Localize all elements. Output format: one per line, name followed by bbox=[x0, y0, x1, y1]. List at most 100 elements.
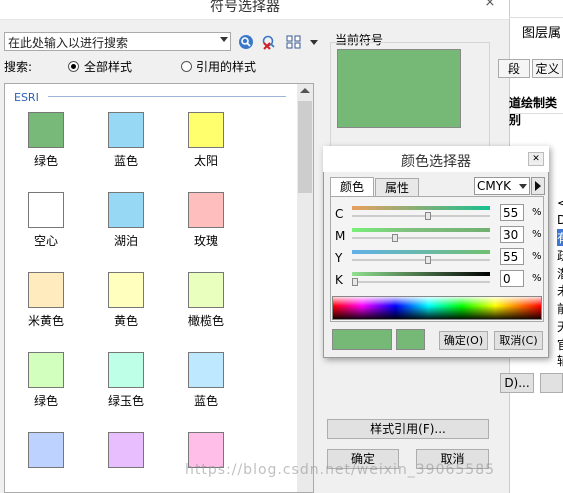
panel-list-item[interactable]: 辅 bbox=[557, 352, 563, 369]
panel-list-item[interactable]: 未 bbox=[557, 282, 563, 299]
channel-gradient-track[interactable] bbox=[352, 272, 490, 276]
channel-value-input[interactable]: 55 bbox=[500, 204, 524, 221]
symbol-swatch[interactable] bbox=[188, 192, 224, 228]
search-scope-label: 搜索: bbox=[4, 60, 33, 74]
channel-label: K bbox=[335, 273, 343, 287]
chevron-down-icon[interactable] bbox=[220, 37, 228, 42]
panel-divider bbox=[509, 17, 563, 18]
group-divider bbox=[48, 96, 286, 97]
radio-referenced-styles[interactable] bbox=[181, 61, 192, 72]
panel-tab-fields[interactable]: 段 bbox=[498, 59, 530, 78]
channel-slider-rail bbox=[352, 281, 490, 283]
channel-slider-rail bbox=[352, 237, 490, 239]
radio-referenced-styles-label: 引用的样式 bbox=[196, 60, 257, 74]
scroll-up-icon[interactable] bbox=[300, 88, 310, 93]
symbol-swatch[interactable] bbox=[28, 192, 64, 228]
channel-gradient-track[interactable] bbox=[352, 206, 490, 210]
panel-list-item[interactable]: < bbox=[557, 196, 563, 210]
search-icon[interactable] bbox=[238, 34, 254, 50]
new-color-swatch bbox=[396, 329, 425, 350]
symbol-swatch-label: 米黄色 bbox=[27, 314, 64, 328]
channel-slider-rail bbox=[352, 215, 490, 217]
color-cancel-button[interactable]: 取消(C) bbox=[494, 331, 543, 350]
symbol-swatch[interactable] bbox=[28, 272, 64, 308]
symbol-swatch[interactable] bbox=[108, 272, 144, 308]
color-ok-button[interactable]: 确定(O) bbox=[439, 331, 488, 350]
color-picker-title: 颜色选择器 bbox=[401, 154, 471, 170]
symbol-swatch[interactable] bbox=[28, 112, 64, 148]
search-input-value: 在此处输入以进行搜索 bbox=[8, 36, 129, 50]
symbol-swatch[interactable] bbox=[108, 352, 144, 388]
symbol-swatch[interactable] bbox=[108, 192, 144, 228]
channel-value-input[interactable]: 0 bbox=[500, 270, 524, 287]
channel-slider-thumb[interactable] bbox=[391, 234, 398, 242]
symbol-swatch-label: 橄榄色 bbox=[187, 314, 224, 328]
panel-list-item[interactable]: 有 bbox=[557, 229, 563, 246]
original-color-swatch bbox=[332, 329, 392, 350]
style-group-label: ESRI bbox=[14, 91, 39, 104]
channel-value-input[interactable]: 55 bbox=[500, 248, 524, 265]
channel-label: Y bbox=[335, 251, 343, 265]
tab-properties[interactable]: 属性 bbox=[375, 178, 419, 197]
panel-list-item[interactable]: 潜 bbox=[557, 265, 563, 282]
close-button[interactable]: × bbox=[479, 0, 501, 10]
channel-gradient-track[interactable] bbox=[352, 228, 490, 232]
symbol-swatch[interactable] bbox=[28, 352, 64, 388]
dialog-title: 符号选择器 bbox=[210, 0, 280, 15]
view-dropdown-icon[interactable] bbox=[310, 40, 318, 45]
percent-sign: % bbox=[532, 273, 542, 284]
channel-label: C bbox=[335, 207, 344, 221]
symbol-swatch-label: 空心 bbox=[33, 234, 58, 248]
panel-list-item[interactable]: 官 bbox=[557, 336, 563, 353]
symbol-swatch-label: 太阳 bbox=[193, 154, 218, 168]
symbol-swatch[interactable] bbox=[188, 272, 224, 308]
symbol-swatch-label: 绿色 bbox=[33, 154, 58, 168]
style-references-button[interactable]: 样式引用(F)... bbox=[327, 419, 489, 439]
percent-sign: % bbox=[532, 207, 542, 218]
panel-divider-2 bbox=[509, 113, 563, 114]
symbol-swatch[interactable] bbox=[188, 352, 224, 388]
percent-sign: % bbox=[532, 251, 542, 262]
panel-list-item[interactable]: 天 bbox=[557, 318, 563, 335]
symbol-swatch-label: 蓝色 bbox=[113, 154, 138, 168]
color-spectrum[interactable] bbox=[332, 296, 542, 320]
panel-title: 图层属 bbox=[522, 26, 562, 41]
clear-search-icon[interactable] bbox=[261, 34, 277, 50]
symbol-swatch-label: 玫瑰 bbox=[193, 234, 218, 248]
panel-list-item[interactable]: D bbox=[557, 213, 563, 227]
watermark: https://blog.csdn.net/weixin_39065585 bbox=[185, 462, 496, 478]
channel-slider-thumb[interactable] bbox=[352, 278, 358, 286]
percent-sign: % bbox=[532, 229, 542, 240]
symbol-swatch-label: 湖泊 bbox=[113, 234, 138, 248]
channel-slider-rail bbox=[352, 259, 490, 261]
symbol-swatch[interactable] bbox=[28, 432, 64, 468]
symbol-swatch-label: 蓝色 bbox=[193, 394, 218, 408]
view-grid-icon[interactable] bbox=[286, 34, 302, 50]
channel-gradient-track[interactable] bbox=[352, 250, 490, 254]
symbol-swatch[interactable] bbox=[188, 112, 224, 148]
channel-slider-thumb[interactable] bbox=[424, 256, 431, 264]
symbol-swatch-label: 绿玉色 bbox=[107, 394, 144, 408]
channel-value-input[interactable]: 30 bbox=[500, 226, 524, 243]
symbol-swatch[interactable] bbox=[108, 112, 144, 148]
tab-color[interactable]: 颜色 bbox=[330, 177, 374, 196]
panel-more-button[interactable]: D)... bbox=[500, 373, 534, 393]
search-input[interactable]: 在此处输入以进行搜索 bbox=[4, 32, 231, 51]
color-picker-close-icon[interactable]: ✕ bbox=[528, 152, 544, 166]
current-symbol-preview bbox=[337, 49, 461, 128]
channel-label: M bbox=[335, 229, 346, 243]
radio-all-styles[interactable] bbox=[68, 61, 79, 72]
chevron-down-icon[interactable] bbox=[519, 184, 527, 189]
radio-all-styles-label: 全部样式 bbox=[84, 60, 133, 74]
play-arrow-icon bbox=[535, 181, 541, 191]
symbol-swatch-label: 绿色 bbox=[33, 394, 58, 408]
panel-heading: 道绘制类别 bbox=[509, 96, 558, 127]
symbol-swatch[interactable] bbox=[108, 432, 144, 468]
panel-tab-definition[interactable]: 定义 bbox=[532, 59, 563, 78]
panel-button-2[interactable] bbox=[540, 373, 563, 393]
scrollbar-thumb[interactable] bbox=[298, 101, 312, 193]
panel-list-item[interactable]: 前 bbox=[557, 300, 563, 317]
symbol-swatch-label: 黄色 bbox=[113, 314, 138, 328]
channel-slider-thumb[interactable] bbox=[424, 212, 431, 220]
panel-list-item[interactable]: 疏 bbox=[557, 247, 563, 264]
